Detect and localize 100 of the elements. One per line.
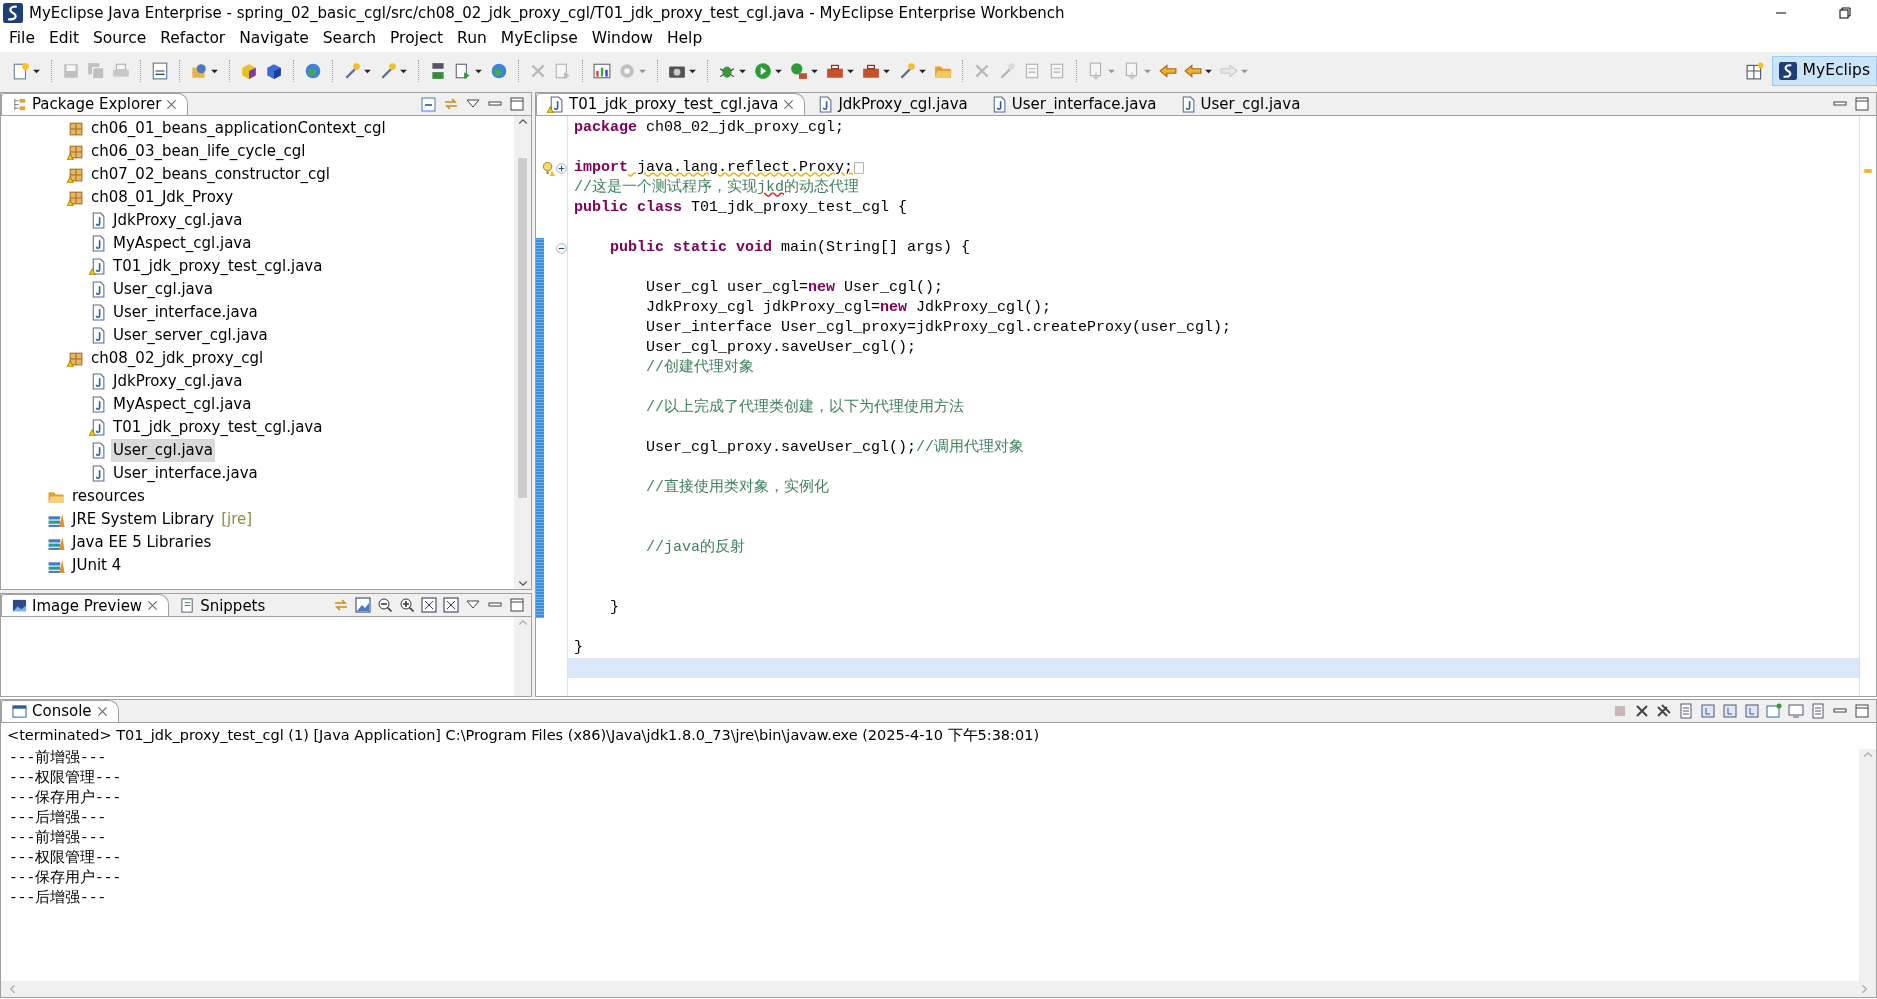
tree-item[interactable]: JUnit 4 (70, 554, 124, 577)
fit-icon[interactable] (443, 597, 459, 614)
tree-item[interactable]: User_cgl.java (111, 439, 215, 462)
cube-icon[interactable] (265, 62, 283, 80)
expand-icon[interactable] (556, 162, 567, 174)
run-tool-icon[interactable] (790, 62, 808, 80)
back-arrow-icon[interactable] (1184, 62, 1202, 80)
zoom-out-icon[interactable] (377, 597, 393, 614)
maximize-icon[interactable] (509, 96, 525, 112)
view-tab[interactable]: Image Preview (1, 594, 170, 617)
code-comment: //这是一个测试程序，实现 (574, 177, 757, 198)
menu-item[interactable]: Navigate (232, 27, 316, 51)
menu-item[interactable]: Project (383, 27, 451, 51)
maximize-icon[interactable] (509, 597, 525, 614)
console-output-line: ---保存用户--- (9, 788, 123, 808)
tree-item[interactable]: MyAspect_cgl.java (111, 393, 254, 416)
pin-icon[interactable] (1722, 703, 1738, 719)
close-icon[interactable] (96, 706, 108, 717)
view-tab[interactable]: Package Explorer (1, 93, 189, 115)
tree-item[interactable]: ch07_02_beans_constructor_cgl (89, 163, 332, 186)
app-logo-icon (3, 3, 23, 23)
close-icon[interactable] (147, 600, 159, 612)
document-icon[interactable] (1810, 703, 1826, 719)
view-tab[interactable]: Snippets (169, 594, 277, 617)
view-tab[interactable]: JdkProxy_cgl.java (805, 93, 979, 115)
restore-icon[interactable] (1837, 5, 1853, 21)
tree-item[interactable]: T01_jdk_proxy_test_cgl.java (111, 416, 325, 439)
code-comment: //以上完成了代理类创建，以下为代理使用方法 (646, 397, 964, 418)
menu-item[interactable]: Source (85, 27, 154, 51)
console-output-line: ---后增强--- (9, 808, 108, 828)
tree-item[interactable]: User_interface.java (111, 462, 260, 485)
view-tab[interactable]: User_interface.java (978, 93, 1168, 115)
toolbox-icon[interactable] (826, 62, 844, 80)
code-text: User_cgl_proxy.saveUser_cgl(); (646, 437, 917, 458)
view-tab[interactable]: T01_jdk_proxy_test_cgl.java (536, 93, 806, 115)
run-icon[interactable] (754, 62, 772, 80)
maximize-icon[interactable] (1854, 703, 1870, 719)
image-icon[interactable] (355, 597, 371, 614)
menu-item[interactable]: Edit (41, 27, 86, 51)
new-project-icon[interactable] (190, 62, 208, 80)
tree-item[interactable]: User_server_cgl.java (111, 324, 270, 347)
tree-item[interactable]: ch06_01_beans_applicationContext_cgl (89, 117, 388, 140)
tree-item[interactable]: T01_jdk_proxy_test_cgl.java (111, 255, 325, 278)
toolbox-icon[interactable] (862, 62, 880, 80)
new-file-icon[interactable] (12, 62, 30, 80)
tree-item[interactable]: JdkProxy_cgl.java (111, 209, 245, 232)
tree-item[interactable]: Java EE 5 Libraries (70, 531, 214, 554)
server-icon[interactable] (429, 62, 447, 80)
tree-item[interactable]: MyAspect_cgl.java (111, 232, 254, 255)
globe-icon[interactable] (490, 62, 508, 80)
open-perspective-icon[interactable] (1745, 62, 1764, 80)
console-output-line: ---权限管理--- (9, 768, 123, 788)
tree-item[interactable]: ch08_02_jdk_proxy_cgl (89, 347, 266, 370)
tree-item[interactable]: ch06_03_bean_life_cycle_cgl (89, 140, 308, 163)
tree-item[interactable]: ch08_01_Jdk_Proxy (89, 186, 236, 209)
globe-icon[interactable] (304, 62, 322, 80)
warning-marker-icon[interactable] (1863, 166, 1873, 176)
menu-item[interactable]: Window (584, 27, 660, 51)
remove-all-icon[interactable] (1656, 703, 1672, 719)
tree-item[interactable]: User_interface.java (111, 301, 260, 324)
binary-file-icon[interactable] (151, 62, 169, 80)
perspective-button[interactable]: MyEclips (1771, 56, 1877, 86)
remove-icon[interactable] (1634, 703, 1650, 719)
scrollbar[interactable] (514, 617, 531, 696)
scrollbar[interactable] (514, 116, 531, 590)
view-tab[interactable]: Console (1, 700, 119, 722)
menu-item[interactable]: MyEclipse (493, 27, 585, 51)
deploy-icon[interactable] (454, 62, 472, 80)
menu-item[interactable]: Refactor (153, 27, 233, 51)
tree-item[interactable]: JRE System Library (70, 508, 217, 531)
fit-icon[interactable] (421, 597, 437, 614)
maximize-icon[interactable] (1854, 96, 1870, 112)
menu-item[interactable]: Search (315, 27, 384, 51)
document-icon[interactable] (1678, 703, 1694, 719)
menu-item[interactable]: Run (450, 27, 494, 51)
console-icon (12, 704, 27, 719)
pin-icon[interactable] (1744, 703, 1760, 719)
code-text: User_cgl user_cgl= (646, 277, 809, 298)
wand-icon[interactable] (898, 62, 916, 80)
zoom-in-icon[interactable] (399, 597, 415, 614)
close-icon[interactable] (783, 99, 795, 110)
tree-item[interactable]: JdkProxy_cgl.java (111, 370, 245, 393)
chart-icon[interactable] (593, 62, 611, 80)
menu-item[interactable]: Help (659, 27, 710, 51)
menu-item[interactable]: File (2, 27, 42, 51)
collapse-icon[interactable] (555, 242, 567, 254)
display-icon[interactable] (1788, 703, 1804, 719)
close-icon[interactable] (166, 99, 178, 110)
scrollbar[interactable] (1859, 748, 1876, 981)
pin-icon[interactable] (1700, 703, 1716, 719)
collapse-all-icon[interactable] (421, 96, 437, 112)
cube-icon[interactable] (240, 62, 258, 80)
new-console-icon[interactable] (1766, 703, 1782, 719)
wand-icon[interactable] (343, 62, 361, 80)
tree-item[interactable]: User_cgl.java (111, 278, 215, 301)
back-arrow-icon[interactable] (1159, 62, 1177, 80)
tree-item[interactable]: resources (70, 485, 147, 508)
link-icon[interactable] (443, 96, 459, 112)
wand-icon[interactable] (379, 62, 397, 80)
view-tab[interactable]: User_cgl.java (1167, 93, 1312, 115)
